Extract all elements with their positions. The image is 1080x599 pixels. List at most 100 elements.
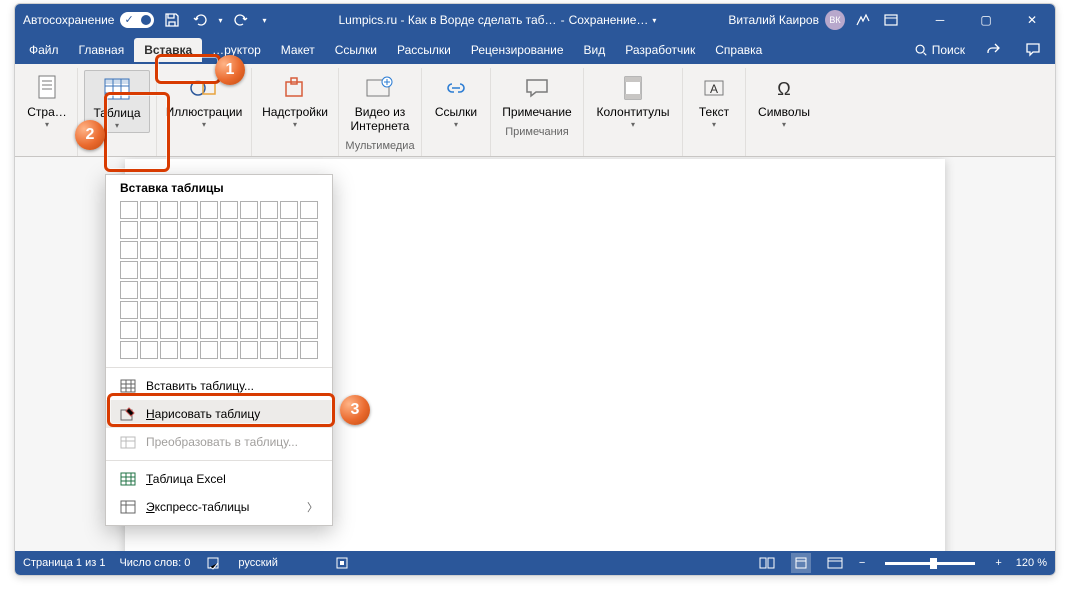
- grid-cell[interactable]: [180, 221, 198, 239]
- close-button[interactable]: ✕: [1009, 4, 1055, 36]
- grid-cell[interactable]: [180, 261, 198, 279]
- share-button[interactable]: [975, 36, 1011, 65]
- grid-cell[interactable]: [300, 281, 318, 299]
- maximize-button[interactable]: ▢: [963, 4, 1009, 36]
- grid-cell[interactable]: [120, 221, 138, 239]
- tab-view[interactable]: Вид: [574, 38, 616, 62]
- grid-cell[interactable]: [260, 201, 278, 219]
- tab-home[interactable]: Главная: [69, 38, 135, 62]
- grid-cell[interactable]: [140, 281, 158, 299]
- grid-cell[interactable]: [220, 261, 238, 279]
- grid-cell[interactable]: [200, 341, 218, 359]
- grid-cell[interactable]: [120, 321, 138, 339]
- grid-cell[interactable]: [140, 301, 158, 319]
- grid-cell[interactable]: [220, 281, 238, 299]
- addins-button[interactable]: Надстройки ▾: [258, 70, 332, 131]
- grid-cell[interactable]: [120, 301, 138, 319]
- tab-layout[interactable]: Макет: [271, 38, 325, 62]
- grid-cell[interactable]: [180, 321, 198, 339]
- grid-cell[interactable]: [160, 301, 178, 319]
- grid-cell[interactable]: [300, 321, 318, 339]
- spellcheck-icon[interactable]: [204, 553, 224, 573]
- grid-cell[interactable]: [260, 341, 278, 359]
- tab-mailings[interactable]: Рассылки: [387, 38, 461, 62]
- user-account[interactable]: Виталий Каиров ВК: [728, 10, 845, 30]
- grid-cell[interactable]: [220, 341, 238, 359]
- grid-cell[interactable]: [160, 201, 178, 219]
- grid-cell[interactable]: [140, 201, 158, 219]
- tab-file[interactable]: Файл: [19, 38, 69, 62]
- grid-cell[interactable]: [300, 261, 318, 279]
- grid-cell[interactable]: [200, 321, 218, 339]
- status-page[interactable]: Страница 1 из 1: [23, 557, 105, 569]
- grid-cell[interactable]: [160, 281, 178, 299]
- qat-dropdown-icon[interactable]: ▾: [218, 16, 222, 25]
- grid-cell[interactable]: [260, 281, 278, 299]
- grid-cell[interactable]: [120, 201, 138, 219]
- autosave-toggle[interactable]: Автосохранение ✓: [23, 12, 154, 28]
- grid-cell[interactable]: [280, 261, 298, 279]
- grid-cell[interactable]: [280, 241, 298, 259]
- grid-cell[interactable]: [200, 241, 218, 259]
- grid-cell[interactable]: [280, 281, 298, 299]
- menu-quick-tables[interactable]: Экспресс-таблицы 〉: [106, 493, 332, 521]
- grid-cell[interactable]: [120, 281, 138, 299]
- save-icon[interactable]: [162, 10, 182, 30]
- grid-cell[interactable]: [300, 301, 318, 319]
- grid-cell[interactable]: [180, 341, 198, 359]
- grid-cell[interactable]: [140, 341, 158, 359]
- grid-cell[interactable]: [220, 221, 238, 239]
- pages-button[interactable]: Стра… ▾: [23, 70, 71, 131]
- grid-cell[interactable]: [200, 301, 218, 319]
- grid-cell[interactable]: [240, 301, 258, 319]
- grid-cell[interactable]: [160, 261, 178, 279]
- redo-icon[interactable]: [231, 10, 251, 30]
- ribbon-display-icon[interactable]: [881, 10, 901, 30]
- read-mode-icon[interactable]: [757, 553, 777, 573]
- grid-cell[interactable]: [280, 301, 298, 319]
- grid-cell[interactable]: [280, 321, 298, 339]
- grid-cell[interactable]: [300, 221, 318, 239]
- grid-cell[interactable]: [280, 221, 298, 239]
- grid-cell[interactable]: [140, 261, 158, 279]
- grid-cell[interactable]: [200, 261, 218, 279]
- table-size-grid[interactable]: [120, 201, 318, 359]
- grid-cell[interactable]: [120, 241, 138, 259]
- macro-record-icon[interactable]: [332, 553, 352, 573]
- grid-cell[interactable]: [140, 321, 158, 339]
- grid-cell[interactable]: [120, 261, 138, 279]
- tab-references[interactable]: Ссылки: [325, 38, 387, 62]
- status-language[interactable]: русский: [238, 557, 277, 569]
- grid-cell[interactable]: [160, 321, 178, 339]
- grid-cell[interactable]: [220, 241, 238, 259]
- grid-cell[interactable]: [220, 301, 238, 319]
- tab-insert[interactable]: Вставка: [134, 38, 202, 62]
- grid-cell[interactable]: [120, 341, 138, 359]
- grid-cell[interactable]: [180, 241, 198, 259]
- grid-cell[interactable]: [160, 341, 178, 359]
- grid-cell[interactable]: [200, 201, 218, 219]
- grid-cell[interactable]: [300, 201, 318, 219]
- zoom-in-button[interactable]: +: [995, 557, 1001, 569]
- tab-developer[interactable]: Разработчик: [615, 38, 705, 62]
- links-button[interactable]: Ссылки ▾: [428, 70, 484, 131]
- grid-cell[interactable]: [160, 221, 178, 239]
- grid-cell[interactable]: [240, 341, 258, 359]
- grid-cell[interactable]: [220, 321, 238, 339]
- grid-cell[interactable]: [240, 201, 258, 219]
- web-layout-icon[interactable]: [825, 553, 845, 573]
- minimize-button[interactable]: ─: [917, 4, 963, 36]
- grid-cell[interactable]: [260, 301, 278, 319]
- grid-cell[interactable]: [240, 281, 258, 299]
- grid-cell[interactable]: [240, 221, 258, 239]
- comments-button[interactable]: [1015, 36, 1051, 65]
- header-footer-button[interactable]: Колонтитулы ▾: [590, 70, 676, 131]
- grid-cell[interactable]: [300, 241, 318, 259]
- grid-cell[interactable]: [180, 201, 198, 219]
- grid-cell[interactable]: [300, 341, 318, 359]
- grid-cell[interactable]: [180, 301, 198, 319]
- grid-cell[interactable]: [240, 321, 258, 339]
- zoom-level[interactable]: 120 %: [1016, 557, 1047, 569]
- zoom-out-button[interactable]: −: [859, 557, 865, 569]
- comment-button[interactable]: Примечание: [497, 70, 577, 122]
